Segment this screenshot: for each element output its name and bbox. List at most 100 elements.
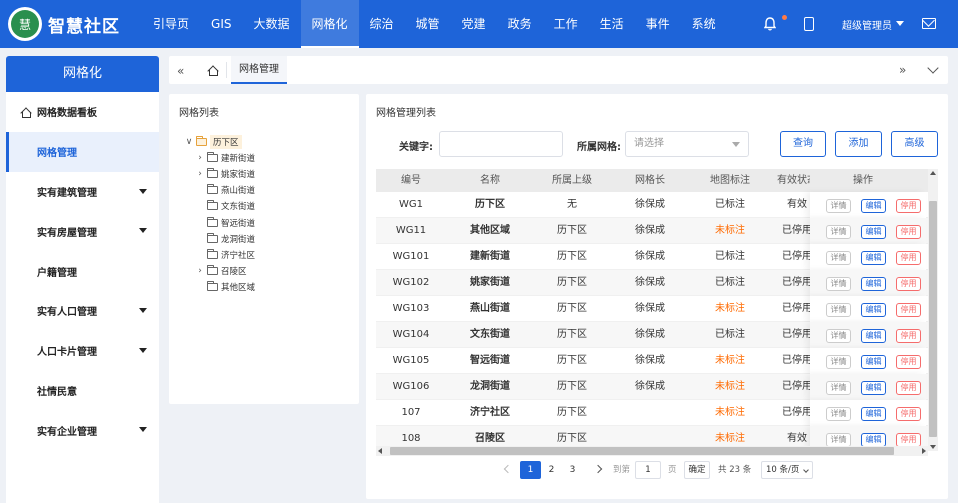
detail-button[interactable]: 详情 (826, 329, 851, 343)
table-row[interactable]: WG11 其他区域 历下区 徐保成 未标注 已停用 详情 编辑 停用 (376, 218, 938, 244)
mobile-icon[interactable] (804, 17, 814, 31)
disable-button[interactable]: 停用 (896, 381, 921, 395)
chevron-down-icon[interactable]: ∨ (185, 137, 193, 147)
sidebar-item[interactable]: 社情民意 (6, 371, 159, 411)
disable-button[interactable]: 停用 (896, 355, 921, 369)
chevron-right-icon[interactable]: › (196, 266, 204, 276)
tab-grid-management[interactable]: 网格管理 (231, 56, 287, 84)
next-page-icon[interactable] (593, 464, 603, 474)
tree-node[interactable]: › 召陵区 (196, 263, 255, 279)
caret-down-icon[interactable] (139, 427, 147, 433)
detail-button[interactable]: 详情 (826, 303, 851, 317)
tree-node[interactable]: 燕山街道 (207, 182, 255, 198)
edit-button[interactable]: 编辑 (861, 355, 886, 369)
detail-button[interactable]: 详情 (826, 407, 851, 421)
sidebar-item[interactable]: 实有房屋管理 (6, 211, 159, 251)
scroll-left-icon[interactable] (378, 448, 382, 454)
advanced-search-button[interactable]: 高级 (891, 131, 938, 157)
mail-icon[interactable] (922, 18, 936, 29)
table-row[interactable]: WG101 建新街道 历下区 徐保成 已标注 已停用 详情 编辑 停用 (376, 244, 938, 270)
vertical-scrollbar[interactable] (928, 169, 938, 451)
grid-select[interactable]: 请选择 (625, 131, 749, 157)
table-row[interactable]: WG1 历下区无徐保成 已标注 有效 详情 编辑 停用 (376, 192, 938, 218)
disable-button[interactable]: 停用 (896, 433, 921, 447)
page-size-select[interactable]: 10 条/页 (761, 461, 813, 479)
nav-item[interactable]: 政务 (497, 0, 543, 48)
caret-down-icon[interactable] (139, 347, 147, 353)
scroll-down-icon[interactable] (930, 445, 936, 449)
sidebar-item[interactable]: 实有人口管理 (6, 291, 159, 331)
sidebar-item[interactable]: 网格数据看板 (6, 92, 159, 132)
home-icon[interactable] (207, 65, 218, 76)
sidebar-item[interactable]: 人口卡片管理 (6, 331, 159, 371)
detail-button[interactable]: 详情 (826, 355, 851, 369)
disable-button[interactable]: 停用 (896, 251, 921, 265)
sidebar-item[interactable]: 户籍管理 (6, 251, 159, 291)
edit-button[interactable]: 编辑 (861, 199, 886, 213)
keyword-input[interactable] (439, 131, 563, 157)
detail-button[interactable]: 详情 (826, 433, 851, 447)
disable-button[interactable]: 停用 (896, 225, 921, 239)
tree-node-root[interactable]: ∨ 历下区 (185, 134, 255, 150)
table-row[interactable]: WG104 文东街道 历下区 徐保成 已标注 已停用 详情 编辑 停用 (376, 322, 938, 348)
page-number[interactable]: 3 (562, 461, 583, 479)
scroll-tabs-right-icon[interactable]: » (899, 63, 906, 77)
goto-page-input[interactable]: 1 (635, 461, 661, 479)
nav-item[interactable]: 系统 (681, 0, 727, 48)
sidebar-item[interactable]: 实有建筑管理 (6, 172, 159, 212)
tree-node[interactable]: 文东街道 (207, 198, 255, 214)
disable-button[interactable]: 停用 (896, 407, 921, 421)
sidebar-item[interactable]: 网格管理 (6, 131, 159, 172)
detail-button[interactable]: 详情 (826, 225, 851, 239)
edit-button[interactable]: 编辑 (861, 277, 886, 291)
scroll-thumb[interactable] (929, 201, 937, 437)
user-name[interactable]: 超级管理员 (842, 17, 892, 32)
sidebar-item[interactable]: 实有企业管理 (6, 410, 159, 450)
nav-item[interactable]: 引导页 (142, 0, 200, 48)
tree-node[interactable]: 其他区域 (207, 279, 255, 295)
horizontal-scrollbar[interactable] (376, 446, 928, 456)
caret-down-icon[interactable] (139, 188, 147, 194)
query-button[interactable]: 查询 (780, 131, 826, 157)
chevron-down-icon[interactable] (927, 62, 939, 74)
tree-node[interactable]: › 建新街道 (196, 150, 255, 166)
edit-button[interactable]: 编辑 (861, 303, 886, 317)
edit-button[interactable]: 编辑 (861, 251, 886, 265)
detail-button[interactable]: 详情 (826, 199, 851, 213)
caret-down-icon[interactable] (139, 307, 147, 313)
nav-item[interactable]: 网格化 (300, 0, 359, 48)
edit-button[interactable]: 编辑 (861, 433, 886, 447)
page-number[interactable]: 2 (541, 461, 562, 479)
nav-item[interactable]: 事件 (635, 0, 681, 48)
nav-item[interactable]: 城管 (405, 0, 451, 48)
tree-node[interactable]: 龙洞街道 (207, 231, 255, 247)
edit-button[interactable]: 编辑 (861, 329, 886, 343)
table-row[interactable]: WG105 智远街道 历下区 徐保成 未标注 已停用 详情 编辑 停用 (376, 348, 938, 374)
table-row[interactable]: WG102 姚家街道 历下区 徐保成 已标注 已停用 详情 编辑 停用 (376, 270, 938, 296)
nav-item[interactable]: GIS (200, 0, 242, 48)
bell-icon[interactable] (764, 17, 776, 31)
page-number[interactable]: 1 (520, 461, 541, 479)
edit-button[interactable]: 编辑 (861, 407, 886, 421)
nav-item[interactable]: 综治 (359, 0, 405, 48)
edit-button[interactable]: 编辑 (861, 225, 886, 239)
user-menu-caret-icon[interactable] (896, 21, 904, 26)
disable-button[interactable]: 停用 (896, 329, 921, 343)
disable-button[interactable]: 停用 (896, 303, 921, 317)
detail-button[interactable]: 详情 (826, 381, 851, 395)
tree-node[interactable]: 智远街道 (207, 214, 255, 230)
disable-button[interactable]: 停用 (896, 199, 921, 213)
tree-node[interactable]: 济宁社区 (207, 247, 255, 263)
chevron-right-icon[interactable]: › (196, 169, 204, 179)
table-row[interactable]: WG106 龙洞街道 历下区 徐保成 未标注 已停用 详情 编辑 停用 (376, 374, 938, 400)
edit-button[interactable]: 编辑 (861, 381, 886, 395)
detail-button[interactable]: 详情 (826, 277, 851, 291)
add-button[interactable]: 添加 (835, 131, 882, 157)
scroll-thumb[interactable] (390, 447, 894, 455)
detail-button[interactable]: 详情 (826, 251, 851, 265)
nav-item[interactable]: 大数据 (242, 0, 300, 48)
nav-item[interactable]: 党建 (451, 0, 497, 48)
tree-node[interactable]: › 姚家街道 (196, 166, 255, 182)
scroll-right-icon[interactable] (922, 448, 926, 454)
disable-button[interactable]: 停用 (896, 277, 921, 291)
